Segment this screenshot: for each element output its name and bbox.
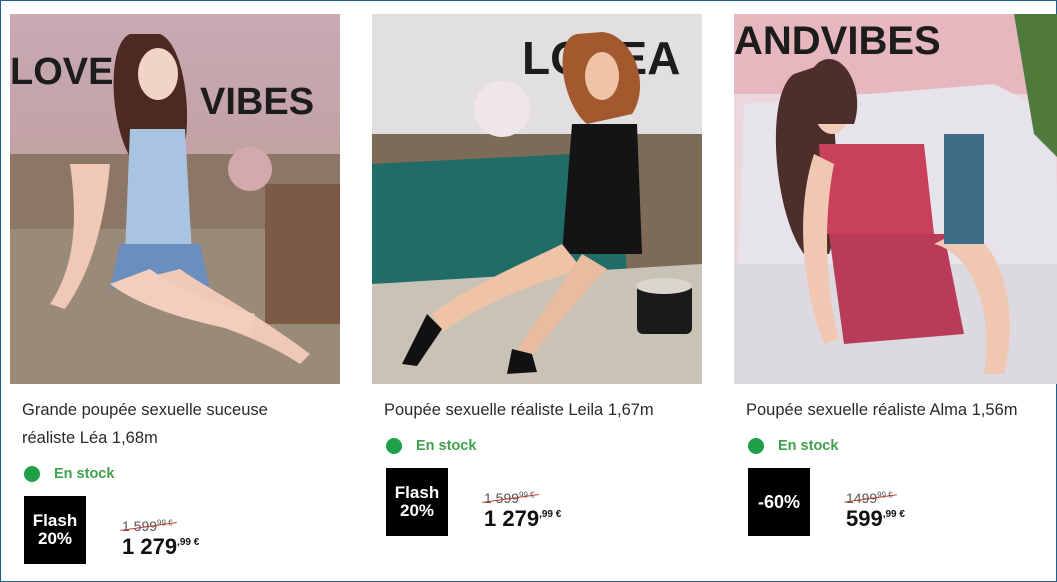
new-price: 599,99 € bbox=[846, 506, 905, 531]
discount-badge: Flash 20% bbox=[386, 468, 448, 536]
photo-sign-text: ANDVIBES bbox=[734, 19, 941, 63]
badge-line-1: -60% bbox=[757, 492, 801, 512]
product-image[interactable]: LOVE VIBES bbox=[10, 14, 340, 384]
product-card-alma[interactable]: ANDVIBES Poupée sexuelle réaliste Alma 1… bbox=[734, 14, 1057, 564]
discount-badge: Flash 20% bbox=[24, 496, 86, 564]
prices: 1 59999 € 1 279,99 € bbox=[484, 490, 561, 532]
stock-status: En stock bbox=[748, 438, 1057, 454]
badge-line-1: Flash bbox=[32, 511, 78, 530]
stock-label: En stock bbox=[416, 438, 477, 454]
product-title[interactable]: Poupée sexuelle réaliste Leila 1,67m bbox=[384, 396, 684, 424]
new-price: 1 279,99 € bbox=[484, 506, 562, 531]
product-card-lea[interactable]: LOVE VIBES Grande poupée sexuelle suceus… bbox=[10, 14, 340, 564]
in-stock-dot-icon bbox=[748, 438, 764, 454]
badge-line-2: 20% bbox=[399, 501, 435, 520]
in-stock-dot-icon bbox=[24, 466, 40, 482]
stock-label: En stock bbox=[54, 466, 115, 482]
new-price: 1 279,99 € bbox=[122, 534, 200, 559]
badge-line-2: 20% bbox=[37, 529, 73, 548]
badge-line-1: Flash bbox=[394, 483, 440, 502]
photo-sign-text: LOVE bbox=[10, 51, 113, 93]
stock-label: En stock bbox=[778, 438, 839, 454]
product-card-leila[interactable]: LOVEA Poupée sexuelle réaliste Leila 1,6… bbox=[372, 14, 702, 564]
old-price: 1 59999 € bbox=[122, 518, 173, 534]
product-title[interactable]: Poupée sexuelle réaliste Alma 1,56m bbox=[746, 396, 1046, 424]
stock-status: En stock bbox=[386, 438, 702, 454]
svg-text:VIBES: VIBES bbox=[200, 81, 314, 123]
price-row: -60% 149999 € 599,99 € bbox=[748, 468, 1057, 536]
prices: 149999 € 599,99 € bbox=[846, 490, 905, 532]
product-title[interactable]: Grande poupée sexuelle suceuse réaliste … bbox=[22, 396, 322, 452]
old-price: 149999 € bbox=[846, 490, 893, 506]
stock-status: En stock bbox=[24, 466, 340, 482]
product-image[interactable]: LOVEA bbox=[372, 14, 702, 384]
old-price: 1 59999 € bbox=[484, 490, 535, 506]
prices: 1 59999 € 1 279,99 € bbox=[122, 518, 199, 560]
price-row: Flash 20% 1 59999 € 1 279,99 € bbox=[386, 468, 702, 536]
price-row: Flash 20% 1 59999 € 1 279,99 € bbox=[24, 496, 340, 564]
in-stock-dot-icon bbox=[386, 438, 402, 454]
product-grid: LOVE VIBES Grande poupée sexuelle suceus… bbox=[10, 14, 1057, 564]
product-image[interactable]: ANDVIBES bbox=[734, 14, 1057, 384]
discount-badge: -60% bbox=[748, 468, 810, 536]
